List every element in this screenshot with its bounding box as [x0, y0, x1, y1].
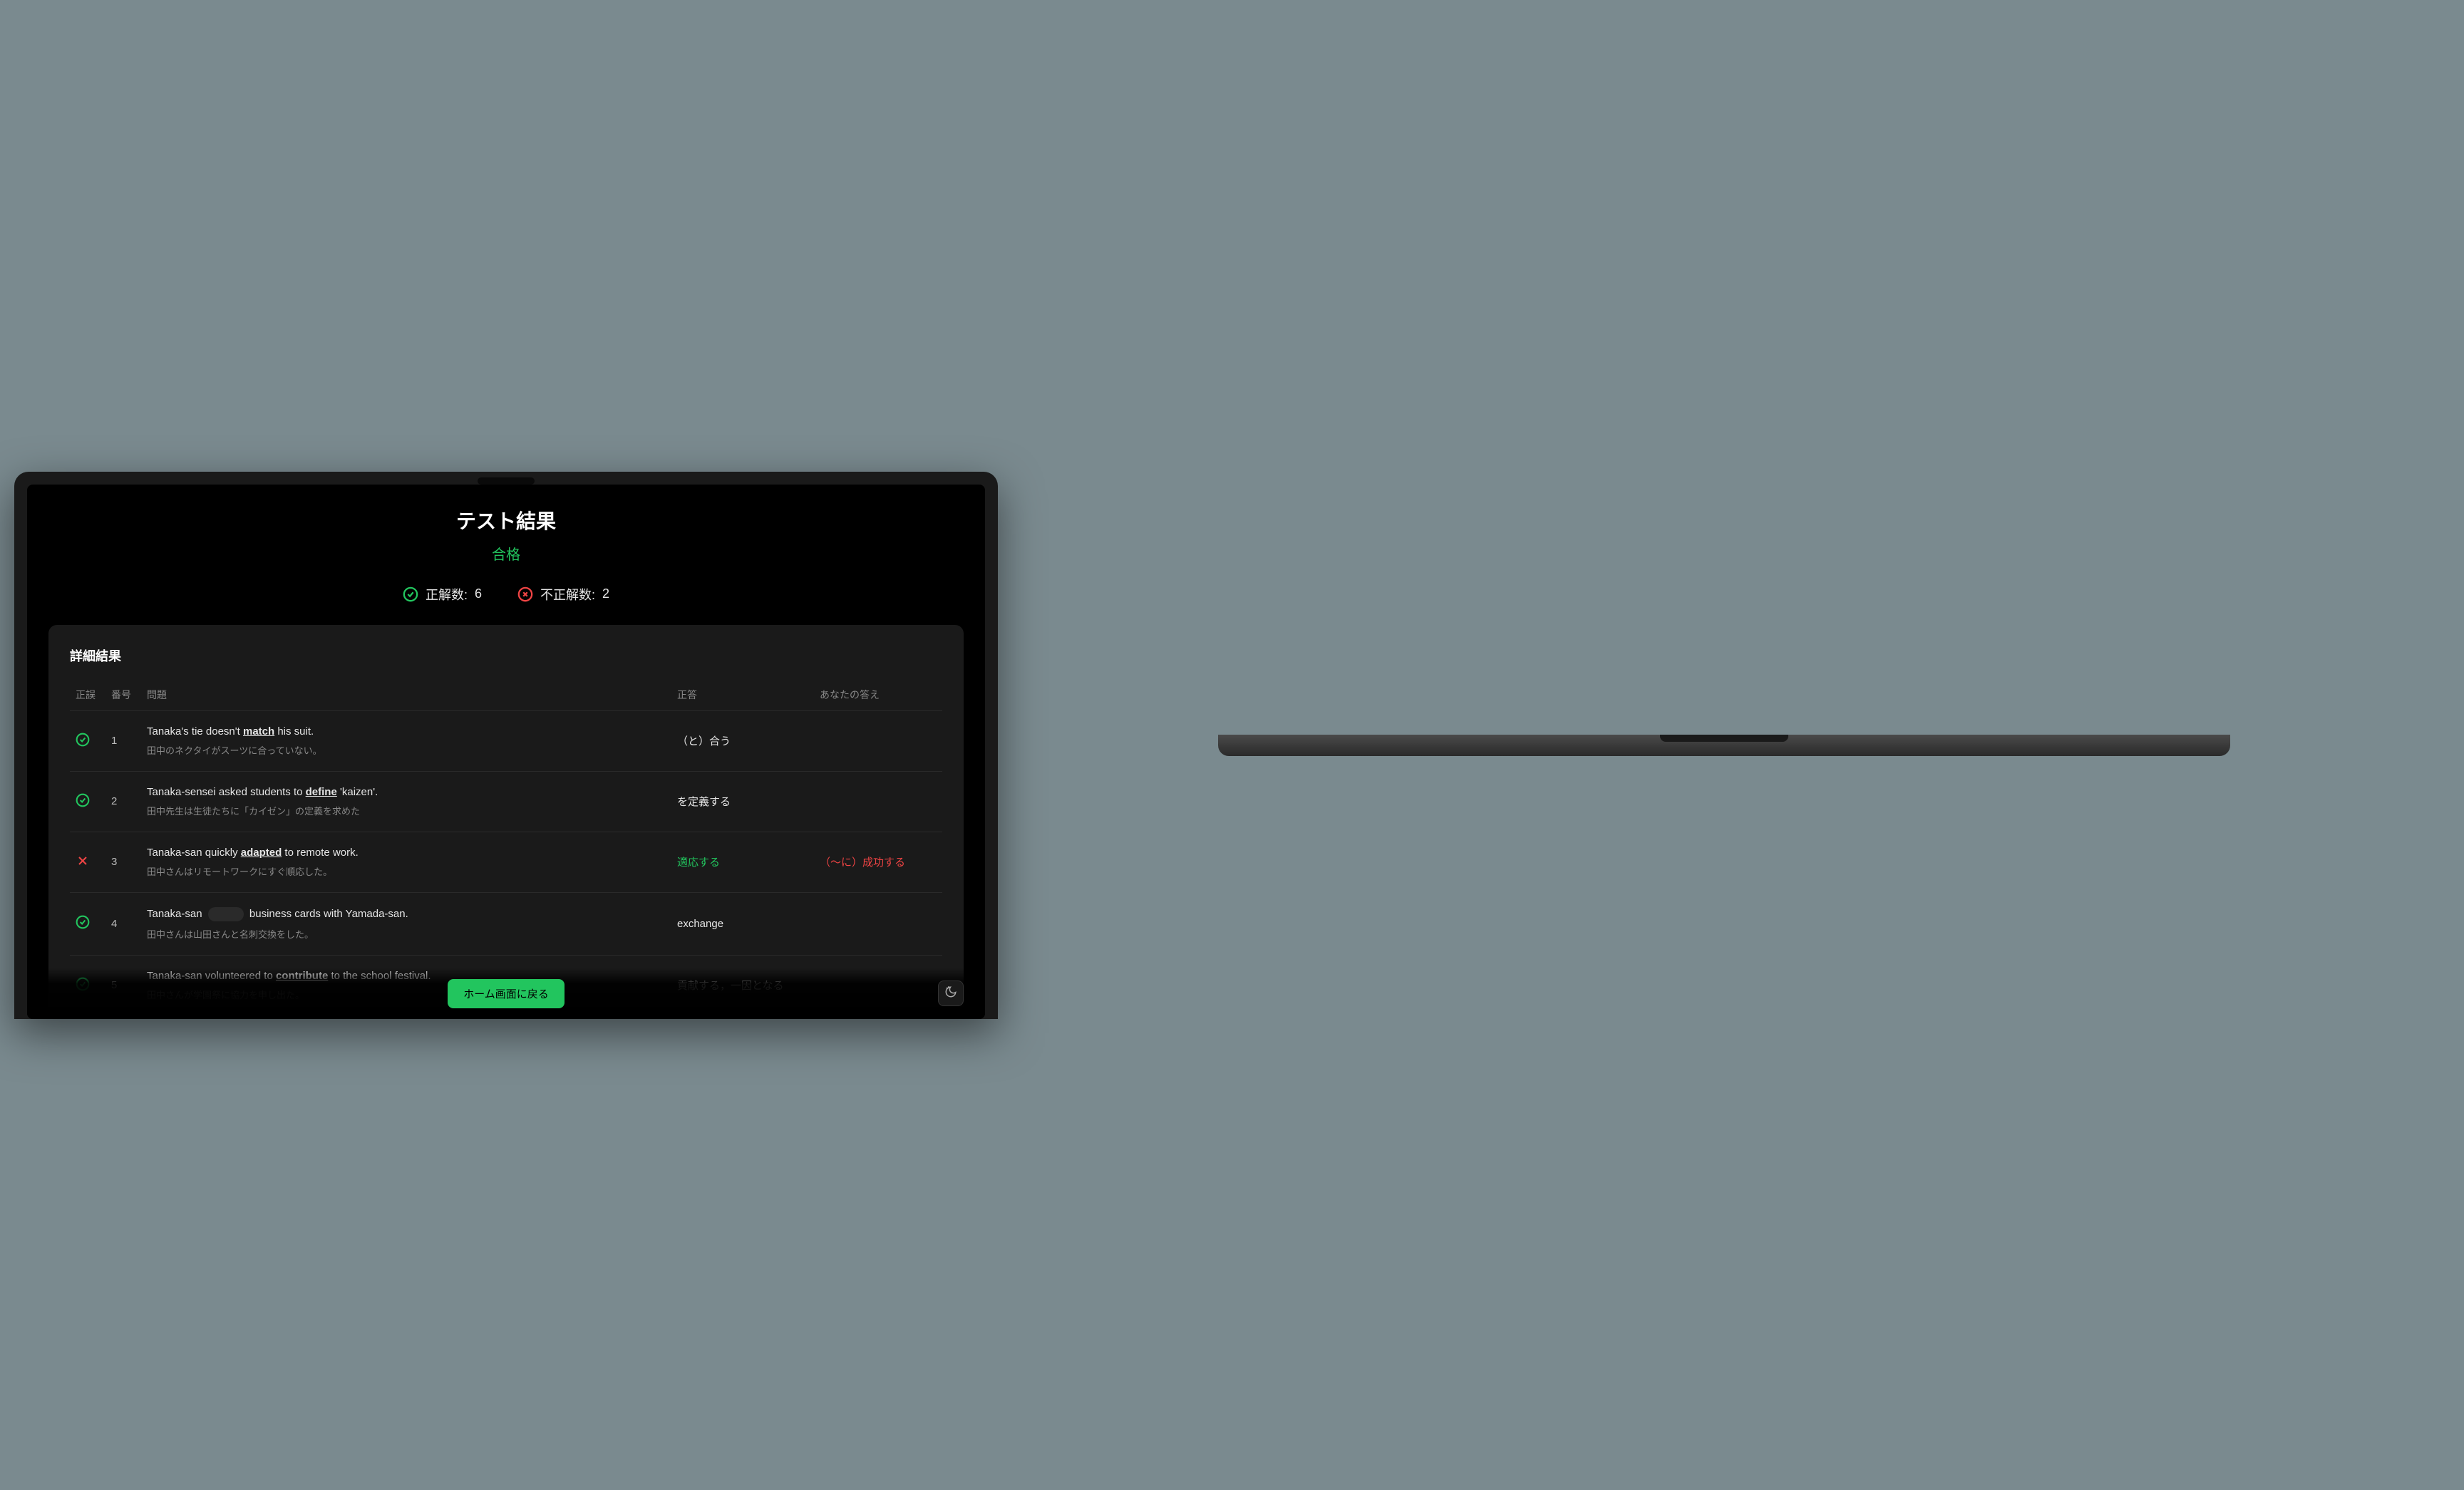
question-cell: Tanaka-san business cards with Yamada-sa… [141, 892, 671, 955]
row-number: 1 [105, 710, 141, 771]
correct-answer: を定義する [671, 771, 814, 832]
question-translation: 田中のネクタイがスーツに合っていない。 [147, 743, 666, 757]
table-row: 3 Tanaka-san quickly adapted to remote wo… [70, 832, 942, 892]
correct-answer: （と）合う [671, 710, 814, 771]
user-answer [814, 710, 942, 771]
table-row: 4 Tanaka-san business cards with Yamada-s… [70, 892, 942, 955]
keyword: adapted [241, 847, 282, 859]
page-title: テスト結果 [48, 506, 964, 534]
check-circle-icon [76, 738, 90, 750]
incorrect-count: 2 [602, 586, 609, 601]
column-question: 問題 [141, 679, 671, 711]
question-translation: 田中さんはリモートワークにすぐ順応した。 [147, 864, 666, 878]
row-number: 4 [105, 892, 141, 955]
row-number: 3 [105, 832, 141, 892]
theme-toggle-button[interactable] [938, 981, 964, 1006]
x-circle-icon [517, 586, 533, 602]
correct-score: 正解数: 6 [403, 585, 482, 604]
moon-stars-icon [944, 985, 957, 1000]
table-header-row: 正誤 番号 問題 正答 あなたの答え [70, 679, 942, 711]
question-english: Tanaka's tie doesn't match his suit. [147, 725, 666, 738]
table-row: 2 Tanaka-sensei asked students to define … [70, 771, 942, 832]
correct-label: 正解数: [426, 585, 468, 604]
results-card: 詳細結果 正誤 番号 問題 正答 あなたの答え 1Tanaka's tie do… [48, 625, 964, 1019]
blank-placeholder [208, 907, 244, 921]
correct-answer: 適応する [671, 832, 814, 892]
column-user-answer: あなたの答え [814, 679, 942, 711]
card-title: 詳細結果 [70, 646, 942, 665]
table-row: 1 Tanaka's tie doesn't match his suit. 田中の… [70, 710, 942, 771]
results-table: 正誤 番号 問題 正答 あなたの答え 1Tanaka's tie doesn't… [70, 679, 942, 1016]
x-icon [76, 859, 90, 871]
check-circle-icon [76, 798, 90, 810]
score-summary: 正解数: 6 不正解数: 2 [48, 585, 964, 604]
laptop-base [1218, 735, 2230, 756]
home-button[interactable]: ホーム画面に戻る [448, 979, 565, 1008]
user-answer [814, 892, 942, 955]
keyword: define [306, 786, 337, 798]
header: テスト結果 合格 [48, 506, 964, 564]
check-circle-icon [403, 586, 418, 602]
keyword: match [243, 725, 274, 738]
column-answer: 正答 [671, 679, 814, 711]
user-answer: （〜に）成功する [814, 832, 942, 892]
question-cell: Tanaka-san quickly adapted to remote wor… [141, 832, 671, 892]
content-area: テスト結果 合格 正解数: 6 [27, 485, 985, 1019]
row-number: 2 [105, 771, 141, 832]
question-english: Tanaka-san business cards with Yamada-sa… [147, 907, 666, 921]
laptop-frame: テスト結果 合格 正解数: 6 [14, 472, 998, 1019]
incorrect-label: 不正解数: [540, 585, 595, 604]
footer: ホーム画面に戻る [27, 968, 985, 1019]
column-status: 正誤 [70, 679, 105, 711]
user-answer [814, 771, 942, 832]
question-cell: Tanaka's tie doesn't match his suit. 田中のネ… [141, 710, 671, 771]
question-translation: 田中先生は生徒たちに「カイゼン」の定義を求めた [147, 804, 666, 817]
check-circle-icon [76, 920, 90, 932]
question-english: Tanaka-san quickly adapted to remote wor… [147, 847, 666, 859]
question-cell: Tanaka-sensei asked students to define '… [141, 771, 671, 832]
incorrect-score: 不正解数: 2 [517, 585, 609, 604]
question-english: Tanaka-sensei asked students to define '… [147, 786, 666, 798]
column-number: 番号 [105, 679, 141, 711]
status-badge: 合格 [48, 543, 964, 564]
question-translation: 田中さんは山田さんと名刺交換をした。 [147, 927, 666, 941]
screen: テスト結果 合格 正解数: 6 [27, 485, 985, 1019]
correct-count: 6 [475, 586, 482, 601]
correct-answer: exchange [671, 892, 814, 955]
